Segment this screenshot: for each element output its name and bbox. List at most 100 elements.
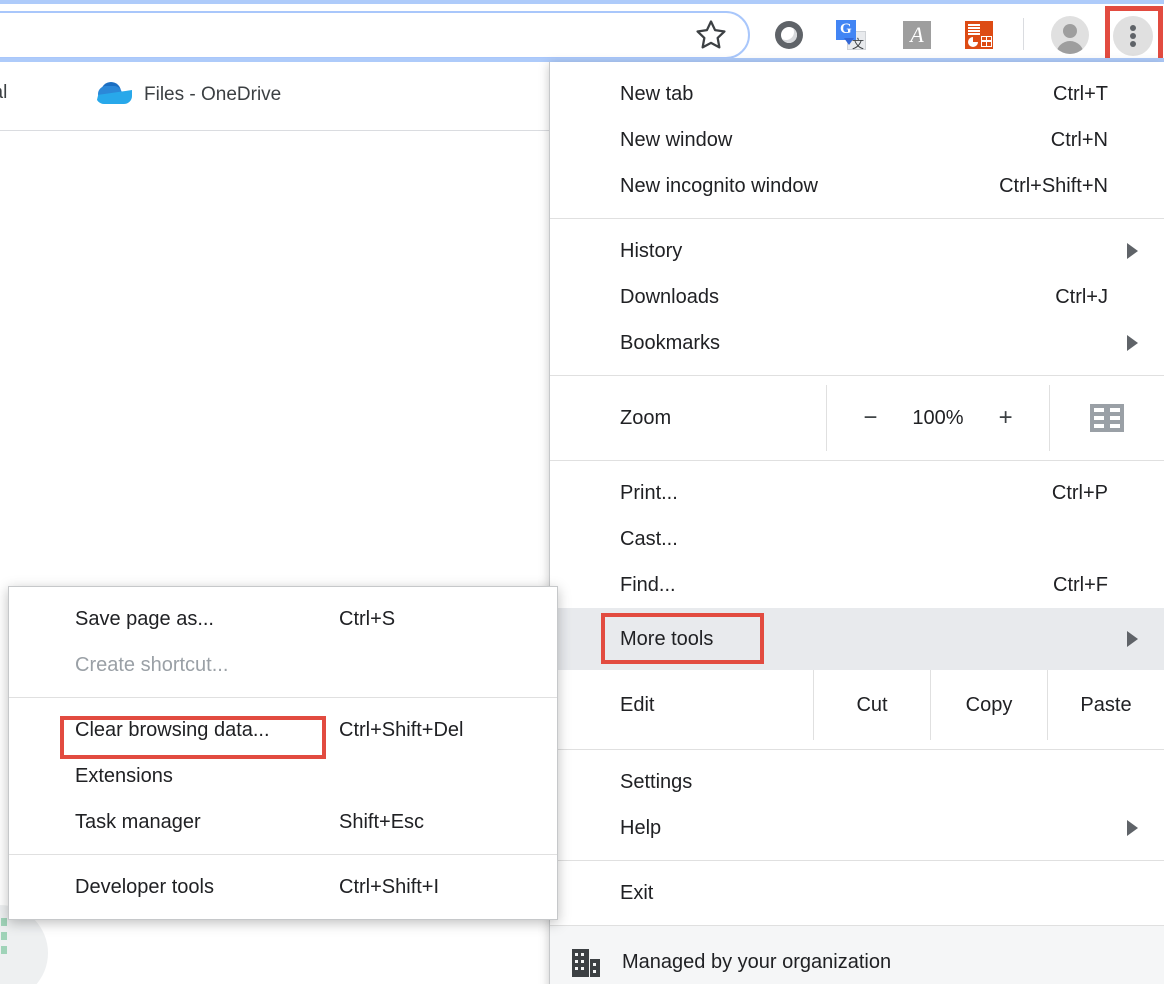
menu-item-new-window[interactable]: New window Ctrl+N [550,117,1164,163]
bookmark-item-files-onedrive[interactable]: Files - OneDrive [96,82,281,108]
menu-item-shortcut: Ctrl+P [1051,481,1108,504]
menu-item-downloads[interactable]: Downloads Ctrl+J [550,274,1164,320]
decorative-mark [1,918,7,926]
menu-item-new-tab[interactable]: New tab Ctrl+T [550,71,1164,117]
submenu-item-extensions[interactable]: Extensions [9,753,557,799]
edit-label-cell: Edit [550,670,813,740]
submenu-item-label: Task manager [75,810,201,833]
menu-separator [550,375,1164,376]
menu-item-label: Cast... [620,527,678,550]
edit-action-label: Cut [856,693,888,716]
menu-item-label: History [620,239,683,262]
submenu-item-label: Create shortcut... [75,653,229,676]
menu-item-label: Bookmarks [620,331,721,354]
toolbar-divider [1023,18,1024,50]
menu-group-padding [550,916,1164,925]
submenu-item-task-manager[interactable]: Task manager Shift+Esc [9,799,557,845]
menu-group-padding [550,62,1164,71]
menu-item-more-tools[interactable]: More tools [550,608,1164,670]
browser-window: G 文 A ersonal [0,0,1164,984]
menu-item-bookmarks[interactable]: Bookmarks [550,320,1164,366]
managed-by-organization-label: Managed by your organization [622,951,892,973]
zoom-in-button[interactable]: + [996,404,1016,432]
submenu-item-label: Save page as... [75,607,214,630]
submenu-separator [9,854,557,855]
submenu-group-padding [9,910,557,919]
menu-item-history[interactable]: History [550,228,1164,274]
fullscreen-button[interactable] [1049,385,1164,451]
menu-item-label: Find... [620,573,676,596]
menu-item-label: Edit [620,693,655,716]
bookmark-item-personal[interactable]: ersonal [0,82,7,104]
submenu-group-padding [9,587,557,596]
menu-item-print[interactable]: Print... Ctrl+P [550,470,1164,516]
google-translate-icon[interactable]: G 文 [834,18,868,52]
bookmark-label: ersonal [0,82,8,103]
menu-separator [550,218,1164,219]
menu-row-zoom: Zoom − 100% + [550,385,1164,451]
menu-item-label: Print... [620,481,678,504]
edit-paste-button[interactable]: Paste [1047,670,1164,740]
submenu-item-shortcut: Ctrl+Shift+I [339,875,440,898]
menu-item-find[interactable]: Find... Ctrl+F [550,562,1164,608]
submenu-item-shortcut: Ctrl+Shift+Del [339,718,464,741]
adobe-acrobat-icon[interactable]: A [900,18,934,52]
menu-item-new-incognito-window[interactable]: New incognito window Ctrl+Shift+N [550,163,1164,209]
menu-row-edit: Edit Cut Copy Paste [550,670,1164,740]
edit-action-label: Copy [965,693,1013,716]
chevron-right-icon [1127,631,1138,647]
menu-item-label: Exit [620,881,654,904]
zoom-controls: − 100% + [826,385,1049,451]
submenu-item-create-shortcut: Create shortcut... [9,642,557,688]
three-dot-menu-highlight-box [1105,6,1163,65]
menu-item-help[interactable]: Help [550,805,1164,851]
menu-item-label: New tab [620,82,694,105]
edit-action-label: Paste [1080,693,1132,716]
onedrive-icon [96,82,132,108]
decorative-mark [1,932,7,940]
edit-cut-button[interactable]: Cut [813,670,930,740]
bookmark-label: Files - OneDrive [144,84,282,105]
submenu-item-developer-tools[interactable]: Developer tools Ctrl+Shift+I [9,864,557,910]
menu-item-exit[interactable]: Exit [550,870,1164,916]
menu-item-label: New window [620,128,733,151]
menu-item-label: Downloads [620,285,719,308]
chevron-right-icon [1127,820,1138,836]
menu-separator [550,860,1164,861]
office-editing-icon[interactable] [962,18,996,52]
profile-avatar-icon[interactable] [1051,16,1089,54]
menu-item-label: New incognito window [620,174,818,197]
edit-copy-button[interactable]: Copy [930,670,1047,740]
address-bar[interactable] [0,11,750,59]
building-icon [572,948,600,977]
submenu-separator [9,697,557,698]
chrome-main-menu: New tab Ctrl+T New window Ctrl+N New inc… [549,62,1164,984]
submenu-item-label: Extensions [75,764,173,787]
managed-by-organization-row[interactable]: Managed by your organization [550,925,1164,984]
menu-item-shortcut: Ctrl+F [1053,573,1108,596]
zoom-out-button[interactable]: − [860,404,880,432]
menu-separator [550,460,1164,461]
zoom-level-value: 100% [912,406,964,429]
menu-item-shortcut: Ctrl+J [1055,285,1108,308]
clear-browsing-data-highlight-box [60,716,326,759]
menu-item-shortcut: Ctrl+N [1050,128,1108,151]
submenu-item-save-page-as[interactable]: Save page as... Ctrl+S [9,596,557,642]
extension-circle-icon[interactable] [772,18,806,52]
menu-item-cast[interactable]: Cast... [550,516,1164,562]
menu-item-label: Help [620,816,662,839]
decorative-mark [1,946,7,954]
menu-item-shortcut: Ctrl+Shift+N [999,174,1108,197]
submenu-item-shortcut: Ctrl+S [339,607,396,630]
chevron-right-icon [1127,335,1138,351]
chevron-right-icon [1127,243,1138,259]
zoom-label-cell: Zoom [550,385,826,451]
menu-item-shortcut: Ctrl+T [1053,82,1108,105]
menu-item-label: Zoom [620,406,672,429]
submenu-item-shortcut: Shift+Esc [339,810,425,833]
fullscreen-icon [1090,404,1124,432]
bookmark-star-icon[interactable] [694,18,728,52]
menu-item-label: Settings [620,770,693,793]
more-tools-highlight-box [601,613,764,664]
menu-item-settings[interactable]: Settings [550,759,1164,805]
